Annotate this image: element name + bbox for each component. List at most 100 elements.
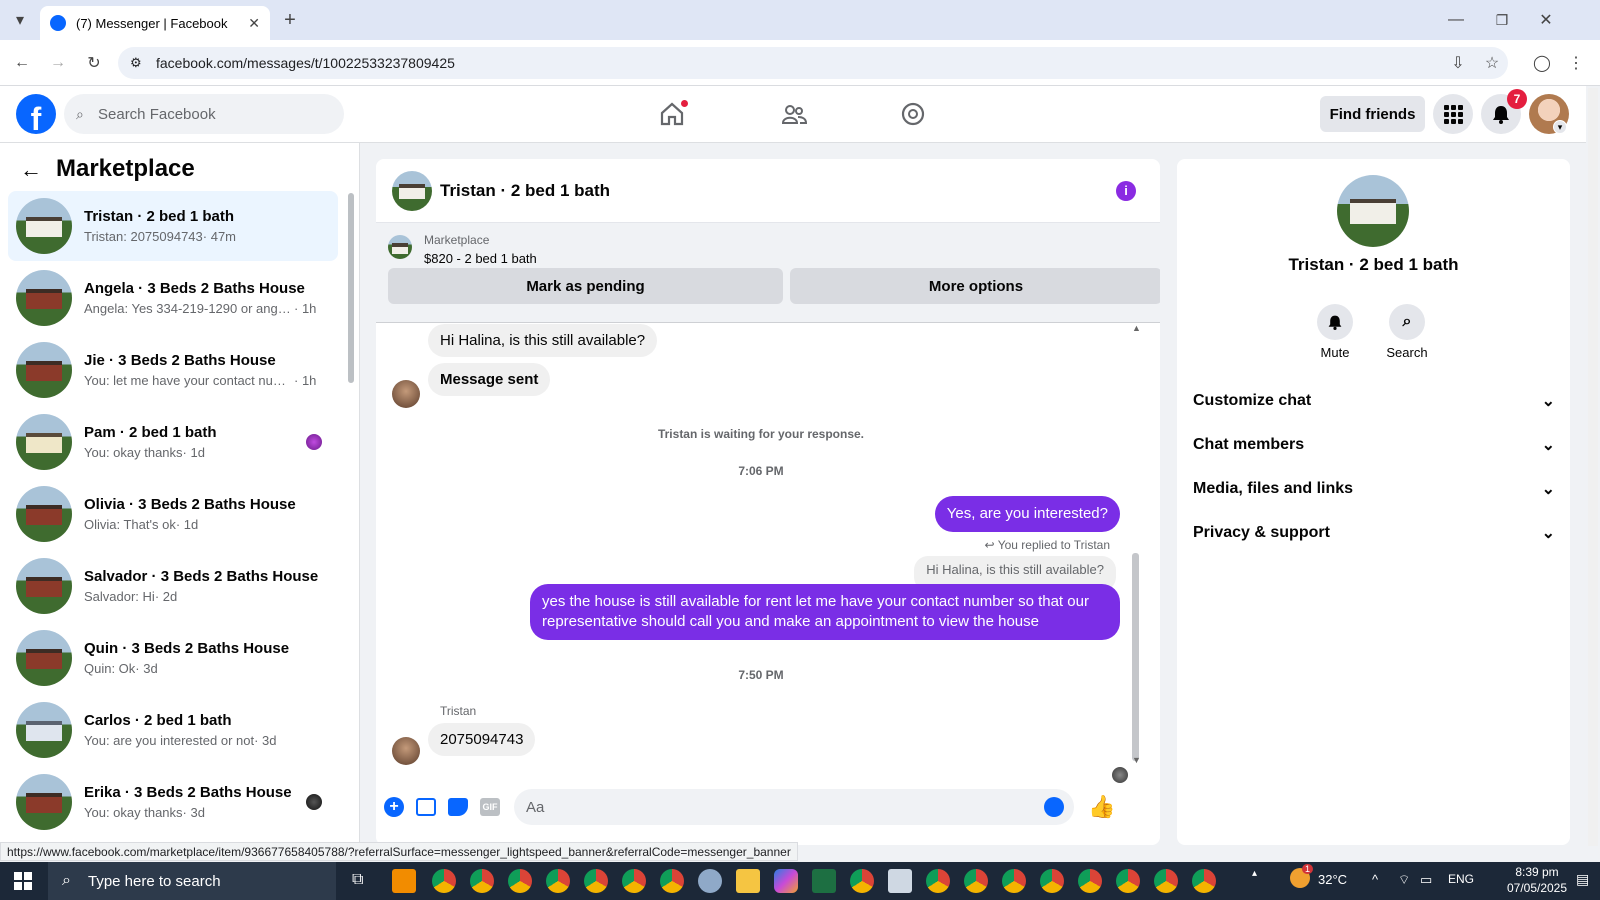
excel-icon[interactable] bbox=[812, 869, 836, 893]
taskbar-overflow-icon[interactable]: ▴ bbox=[1252, 868, 1257, 879]
sticker-icon[interactable] bbox=[448, 798, 468, 816]
chat-title[interactable]: Tristan · 2 bed 1 bath bbox=[440, 181, 1116, 201]
task-view-icon[interactable]: ⧉ bbox=[352, 871, 363, 889]
media-files-row[interactable]: Media, files and links ⌄ bbox=[1193, 469, 1555, 509]
paint-icon[interactable] bbox=[698, 869, 722, 893]
chrome-icon[interactable] bbox=[622, 869, 646, 893]
restore-icon[interactable]: ❐ bbox=[1488, 6, 1516, 34]
taskbar-clock[interactable]: 8:39 pm 07/05/2025 bbox=[1492, 864, 1582, 896]
gif-icon[interactable]: GIF bbox=[480, 798, 500, 816]
page-scrollbar[interactable] bbox=[1588, 88, 1598, 846]
outgoing-message[interactable]: Yes, are you interested? bbox=[934, 496, 1120, 532]
install-app-icon[interactable]: ⇩ bbox=[1444, 49, 1472, 77]
copilot-icon[interactable] bbox=[774, 869, 798, 893]
incoming-message[interactable]: Message sent bbox=[428, 363, 551, 396]
conversation-list-scrollbar[interactable] bbox=[348, 193, 354, 383]
chrome-icon[interactable] bbox=[1078, 869, 1102, 893]
conversation-item[interactable]: Angela · 3 Beds 2 Baths House Angela: Ye… bbox=[8, 263, 338, 333]
site-info-icon[interactable]: ⚙ bbox=[130, 55, 142, 71]
photo-icon[interactable] bbox=[416, 798, 436, 816]
conversation-item[interactable]: Olivia · 3 Beds 2 Baths House Olivia: Th… bbox=[8, 479, 338, 549]
chrome-icon[interactable] bbox=[584, 869, 608, 893]
snipping-tool-icon[interactable] bbox=[888, 869, 912, 893]
account-chevron-icon[interactable]: ▾ bbox=[1553, 120, 1567, 134]
chrome-icon[interactable] bbox=[850, 869, 874, 893]
minimize-icon[interactable]: — bbox=[1442, 6, 1470, 34]
chrome-icon[interactable] bbox=[1002, 869, 1026, 893]
sender-avatar[interactable] bbox=[392, 380, 420, 408]
mark-pending-button[interactable]: Mark as pending bbox=[388, 268, 783, 304]
gaming-icon[interactable] bbox=[893, 94, 933, 134]
outgoing-message[interactable]: yes the house is still available for ren… bbox=[530, 584, 1120, 640]
conversation-item[interactable]: Salvador · 3 Beds 2 Baths House Salvador… bbox=[8, 551, 338, 621]
browser-tab[interactable]: (7) Messenger | Facebook ✕ bbox=[40, 6, 270, 40]
mute-label[interactable]: Mute bbox=[1295, 345, 1375, 360]
chrome-icon[interactable] bbox=[660, 869, 684, 893]
chrome-icon[interactable] bbox=[1192, 869, 1216, 893]
search-icon[interactable]: ⌕ bbox=[1389, 304, 1425, 340]
profile-icon[interactable]: ◯ bbox=[1528, 49, 1556, 77]
customize-chat-row[interactable]: Customize chat ⌄ bbox=[1193, 381, 1555, 421]
conversation-item[interactable]: Tristan · 2 bed 1 bath Tristan: 20750947… bbox=[8, 191, 338, 261]
marketplace-banner[interactable]: Marketplace $820 - 2 bed 1 bath Mark as … bbox=[376, 223, 1160, 323]
conversation-item[interactable]: Quin · 3 Beds 2 Baths House Quin: Ok · 3… bbox=[8, 623, 338, 693]
sender-avatar[interactable] bbox=[392, 737, 420, 765]
conversation-item[interactable]: Pam · 2 bed 1 bath You: okay thanks · 1d bbox=[8, 407, 338, 477]
taskbar-search-box[interactable]: ⌕ Type here to search bbox=[48, 862, 336, 900]
chrome-icon[interactable] bbox=[1116, 869, 1140, 893]
more-options-button[interactable]: More options bbox=[790, 268, 1160, 304]
menu-kebab-icon[interactable]: ⋮ bbox=[1562, 49, 1590, 77]
bookmark-star-icon[interactable]: ☆ bbox=[1478, 49, 1506, 77]
conversation-item[interactable]: Carlos · 2 bed 1 bath You: are you inter… bbox=[8, 695, 338, 765]
address-bar[interactable]: ⚙ facebook.com/messages/t/10022533237809… bbox=[118, 47, 1508, 79]
chat-avatar[interactable] bbox=[392, 170, 432, 211]
back-arrow-icon[interactable]: ← bbox=[20, 157, 42, 183]
find-friends-button[interactable]: Find friends bbox=[1320, 96, 1425, 132]
like-thumb-icon[interactable]: 👍 bbox=[1088, 794, 1115, 820]
file-explorer-icon[interactable] bbox=[736, 869, 760, 893]
add-plus-icon[interactable]: + bbox=[384, 797, 404, 817]
scroll-up-icon[interactable]: ▲ bbox=[1132, 323, 1141, 333]
chrome-icon[interactable] bbox=[432, 869, 456, 893]
forward-icon[interactable]: → bbox=[44, 49, 72, 77]
incoming-message[interactable]: 2075094743 bbox=[428, 723, 536, 756]
tab-search-chevron-icon[interactable]: ▾ bbox=[6, 6, 34, 34]
conversation-item[interactable]: Erika · 3 Beds 2 Baths House You: okay t… bbox=[8, 767, 338, 837]
info-icon[interactable]: i bbox=[1116, 180, 1136, 201]
message-input[interactable]: Aa bbox=[514, 789, 1074, 825]
mute-bell-icon[interactable] bbox=[1317, 304, 1353, 340]
chrome-icon[interactable] bbox=[546, 869, 570, 893]
chrome-icon[interactable] bbox=[1040, 869, 1064, 893]
conversation-item[interactable]: Jie · 3 Beds 2 Baths House You: let me h… bbox=[8, 335, 338, 405]
temperature-text[interactable]: 32°C bbox=[1318, 872, 1347, 887]
tab-close-icon[interactable]: ✕ bbox=[248, 15, 260, 32]
facebook-logo-icon[interactable]: f bbox=[16, 94, 56, 134]
apps-menu-icon[interactable] bbox=[1433, 94, 1473, 134]
back-icon[interactable]: ← bbox=[8, 49, 36, 77]
home-icon[interactable] bbox=[652, 94, 692, 134]
chrome-icon[interactable] bbox=[964, 869, 988, 893]
windows-start-icon[interactable] bbox=[14, 872, 32, 890]
chrome-icon[interactable] bbox=[1154, 869, 1178, 893]
notification-center-icon[interactable]: ▤ bbox=[1576, 871, 1589, 888]
battery-icon[interactable]: ▭ bbox=[1420, 872, 1432, 888]
chat-scrollbar[interactable]: ▲ ▼ bbox=[1132, 323, 1141, 765]
privacy-support-row[interactable]: Privacy & support ⌄ bbox=[1193, 513, 1555, 553]
friends-icon[interactable] bbox=[774, 94, 814, 134]
incoming-message[interactable]: Hi Halina, is this still available? bbox=[428, 324, 658, 357]
scroll-down-icon[interactable]: ▼ bbox=[1132, 755, 1141, 765]
facebook-search-input[interactable]: ⌕ Search Facebook bbox=[64, 94, 344, 134]
tray-chevron-icon[interactable]: ^ bbox=[1372, 872, 1378, 887]
chrome-icon[interactable] bbox=[926, 869, 950, 893]
chrome-icon[interactable] bbox=[470, 869, 494, 893]
chrome-icon[interactable] bbox=[508, 869, 532, 893]
new-tab-icon[interactable]: + bbox=[276, 6, 304, 34]
wifi-icon[interactable]: ⌔ bbox=[1398, 872, 1410, 888]
emoji-icon[interactable] bbox=[1044, 797, 1064, 817]
window-close-icon[interactable]: ✕ bbox=[1532, 6, 1560, 34]
language-indicator[interactable]: ENG bbox=[1448, 872, 1474, 886]
chat-members-row[interactable]: Chat members ⌄ bbox=[1193, 425, 1555, 465]
search-label[interactable]: Search bbox=[1367, 345, 1447, 360]
reload-icon[interactable]: ↻ bbox=[80, 49, 108, 77]
vlc-icon[interactable] bbox=[392, 869, 416, 893]
